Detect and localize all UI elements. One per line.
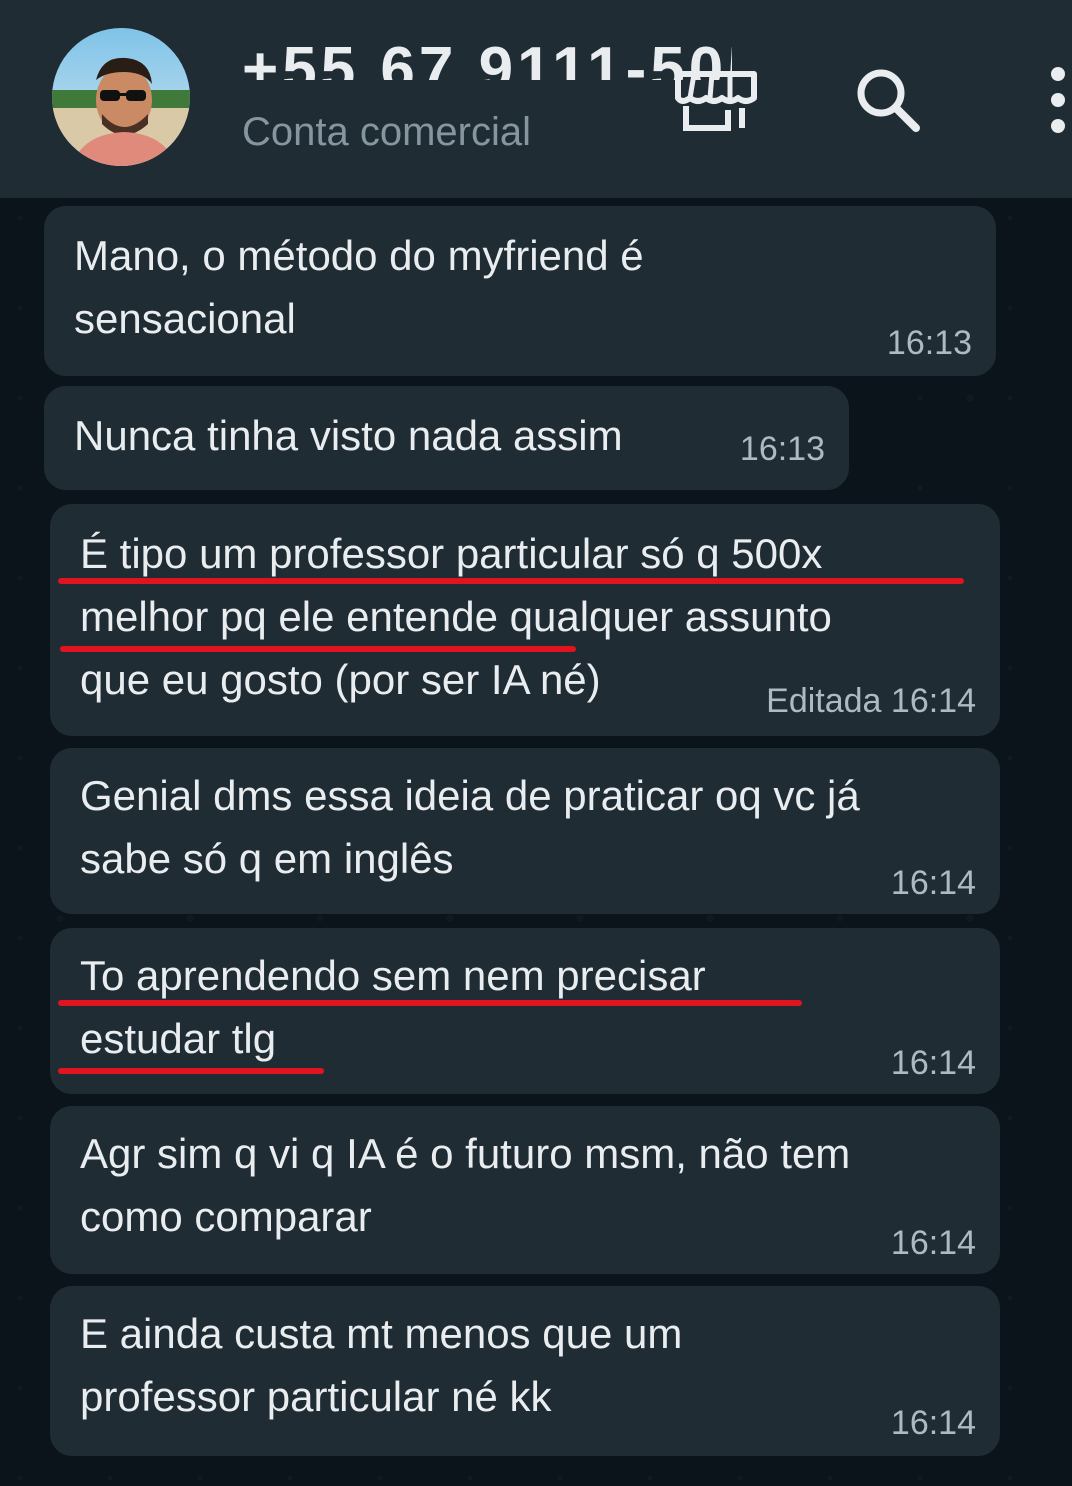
message-bubble[interactable]: Agr sim q vi q IA é o futuro msm, não te…: [50, 1106, 1000, 1274]
message-text: Nunca tinha visto nada assim: [74, 412, 623, 459]
message-time: 16:14: [890, 1404, 976, 1442]
message-bubble[interactable]: Nunca tinha visto nada assim 16:13: [44, 386, 849, 490]
more-vertical-icon: [1051, 67, 1065, 133]
message-bubble[interactable]: E ainda custa mt menos que um professor …: [50, 1286, 1000, 1456]
highlight-underline: [58, 1000, 802, 1006]
highlight-underline: [58, 1068, 324, 1074]
message-text: To aprendendo sem nem precisar estudar t…: [80, 952, 706, 1062]
message-time: 16:14: [890, 864, 976, 902]
message-text: E ainda custa mt menos que um professor …: [80, 1310, 683, 1420]
business-account-label: Conta comercial: [242, 110, 532, 154]
chat-header: +55 67 9111-5050 Conta comercial: [0, 0, 1072, 198]
highlight-underline: [60, 646, 576, 652]
message-time: Editada 16:14: [766, 682, 976, 720]
message-time: 16:13: [886, 324, 972, 362]
message-text: É tipo um professor particular só q 500x…: [80, 530, 832, 703]
store-icon: [675, 71, 757, 131]
message-bubble[interactable]: É tipo um professor particular só q 500x…: [50, 504, 1000, 736]
message-list[interactable]: Mano, o método do myfriend é sensacional…: [0, 198, 1072, 1486]
contact-number[interactable]: +55 67 9111-5050: [242, 8, 732, 80]
message-time: 16:14: [890, 1044, 976, 1082]
search-button[interactable]: [848, 60, 928, 140]
message-bubble[interactable]: Genial dms essa ideia de praticar oq vc …: [50, 748, 1000, 914]
message-time: 16:13: [739, 430, 825, 468]
highlight-underline: [58, 578, 964, 584]
message-text: Agr sim q vi q IA é o futuro msm, não te…: [80, 1130, 851, 1240]
contact-number-text: +55 67 9111-5050: [242, 35, 732, 80]
catalog-button[interactable]: [668, 60, 764, 140]
message-text: Genial dms essa ideia de praticar oq vc …: [80, 772, 860, 882]
message-text: Mano, o método do myfriend é sensacional: [74, 232, 644, 342]
search-icon: [857, 69, 920, 132]
message-bubble[interactable]: To aprendendo sem nem precisar estudar t…: [50, 928, 1000, 1094]
contact-avatar[interactable]: [52, 28, 190, 166]
more-options-button[interactable]: [1036, 60, 1072, 140]
message-bubble[interactable]: Mano, o método do myfriend é sensacional…: [44, 206, 996, 376]
chat-screen: +55 67 9111-5050 Conta comercial: [0, 0, 1072, 1486]
message-time: 16:14: [890, 1224, 976, 1262]
